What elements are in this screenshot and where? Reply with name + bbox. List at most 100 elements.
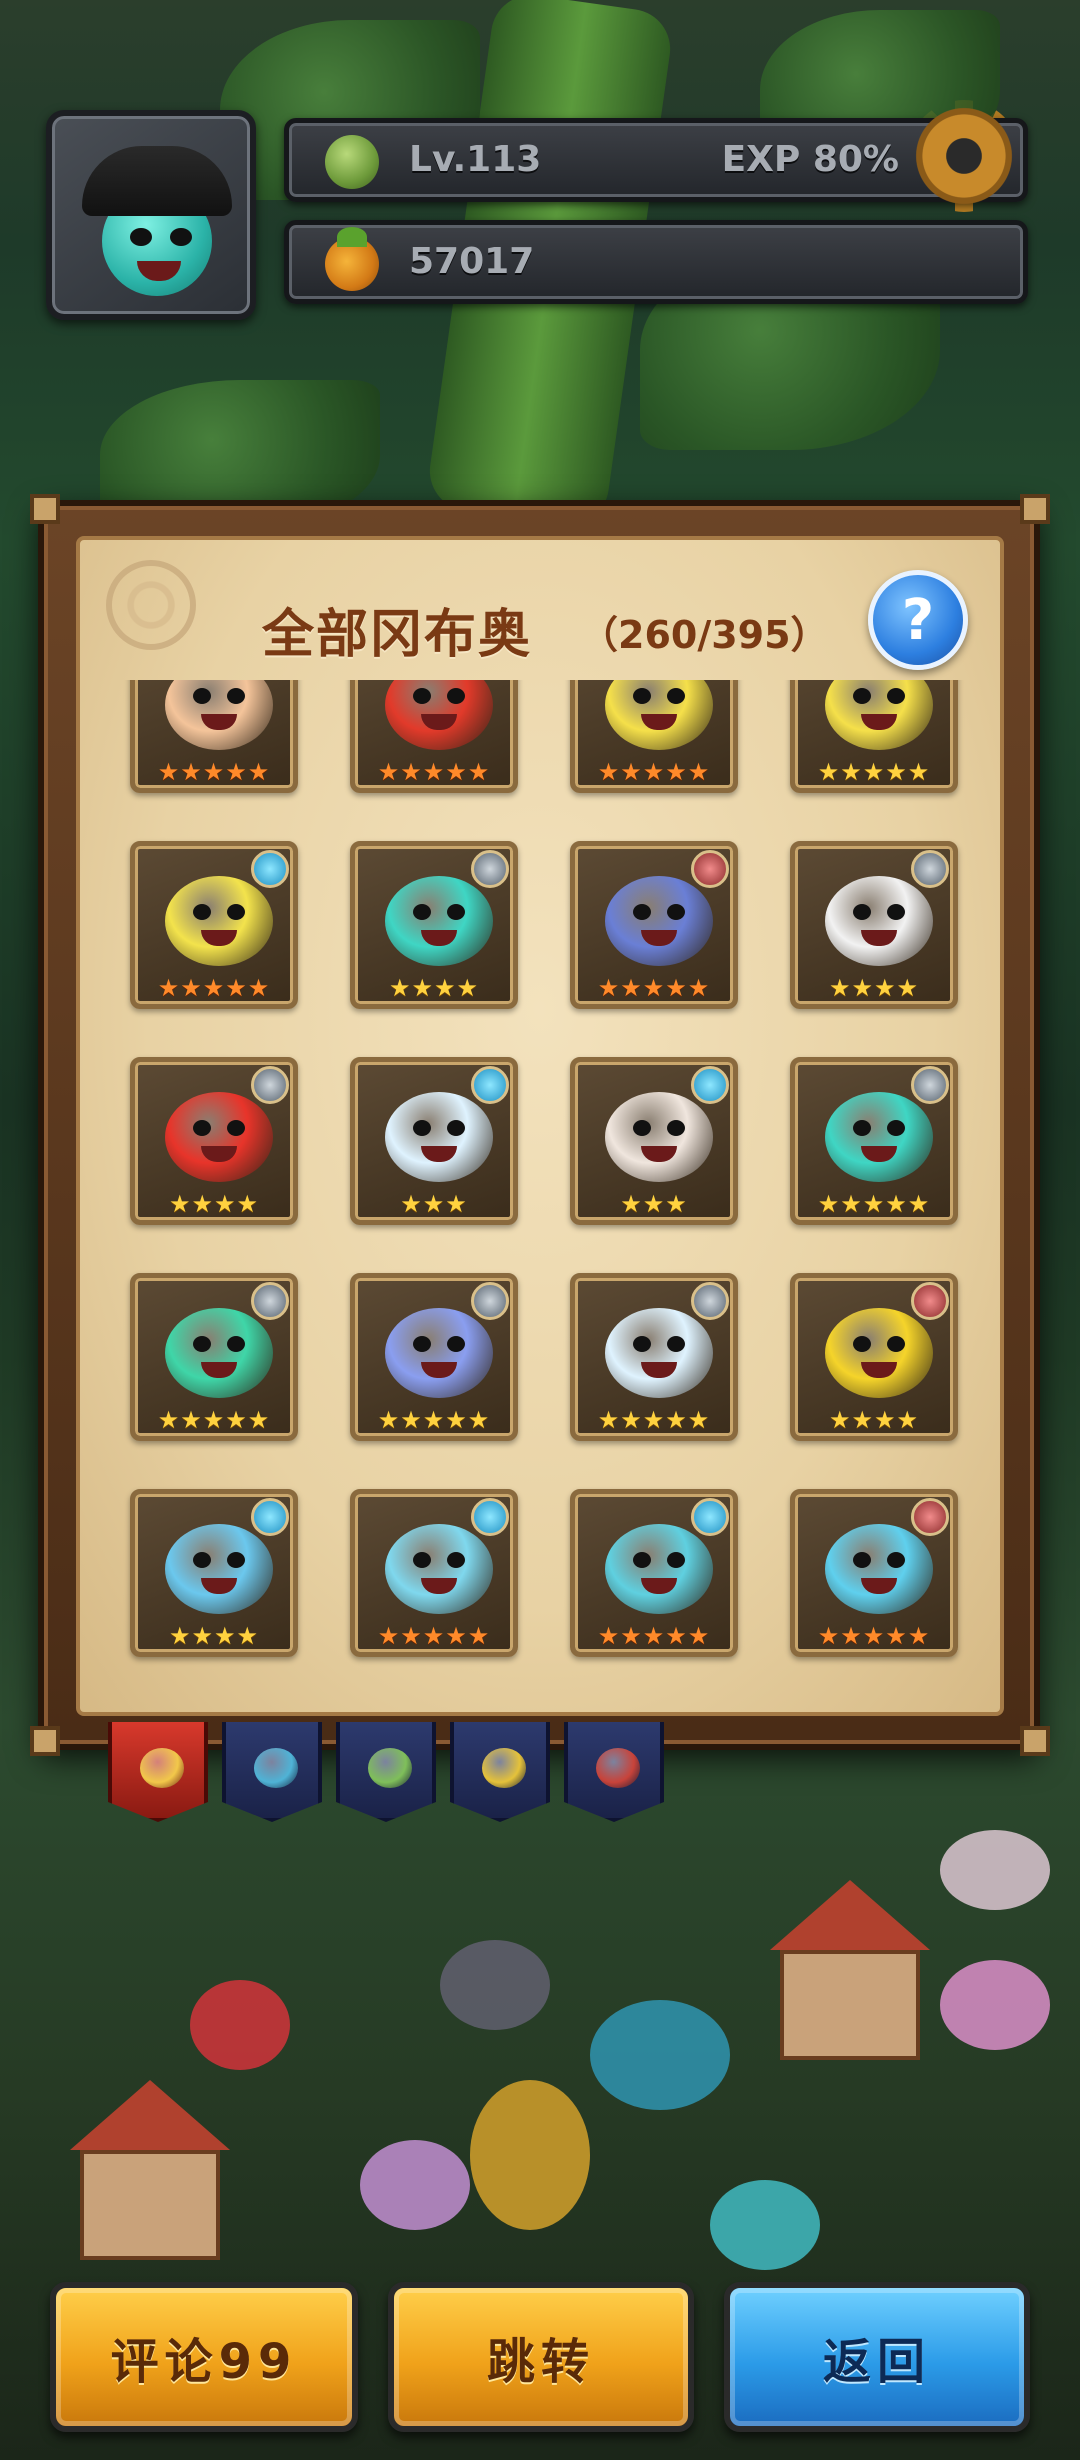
comments-button[interactable]: 评论99 — [50, 2282, 358, 2432]
star-rating: ★★★★★ — [377, 1622, 491, 1650]
panel-title: 全部冈布奥 — [262, 605, 533, 665]
creature-eye — [227, 1336, 245, 1352]
creature-eye — [887, 1336, 905, 1352]
creature-card[interactable]: ★★★★★ — [350, 1489, 518, 1657]
class-badge-icon — [911, 1066, 949, 1104]
creature-card[interactable]: ★★★★★ — [130, 680, 298, 793]
creature-card[interactable]: ★★★★ — [790, 1273, 958, 1441]
creature-eye — [193, 1120, 211, 1136]
class-badge-icon — [471, 1066, 509, 1104]
class-badge-icon — [251, 1282, 289, 1320]
creature-eye — [853, 904, 871, 920]
back-button[interactable]: 返回 — [724, 2282, 1030, 2432]
creature-eye — [633, 1552, 651, 1568]
tab-red[interactable] — [564, 1722, 664, 1822]
avatar-hat — [82, 146, 232, 216]
village-creature — [360, 2140, 470, 2230]
creature-card[interactable]: ★★★★★ — [130, 841, 298, 1009]
village-house — [80, 2150, 220, 2260]
star-rating: ★★★★★ — [377, 758, 491, 786]
village-creature — [590, 2000, 730, 2110]
creature-card[interactable]: ★★★ — [350, 1057, 518, 1225]
star-rating: ★★★ — [400, 1190, 468, 1218]
star-rating: ★★★★★ — [817, 1622, 931, 1650]
tab-yellow[interactable] — [450, 1722, 550, 1822]
creature-eye — [853, 688, 871, 704]
class-badge-icon — [471, 1282, 509, 1320]
category-creature-icon — [482, 1748, 526, 1788]
creature-card[interactable]: ★★★★ — [790, 841, 958, 1009]
creature-portrait — [385, 1308, 493, 1398]
creature-eye — [193, 1552, 211, 1568]
creature-eye — [227, 1552, 245, 1568]
class-badge-icon — [691, 1066, 729, 1104]
star-rating: ★★★★★ — [817, 1190, 931, 1218]
creature-portrait — [385, 876, 493, 966]
creature-card[interactable]: ★★★★★ — [570, 841, 738, 1009]
panel-corner — [1020, 1726, 1050, 1756]
player-avatar[interactable] — [46, 110, 256, 320]
creature-portrait — [825, 1524, 933, 1614]
tab-green[interactable] — [336, 1722, 436, 1822]
category-creature-icon — [254, 1748, 298, 1788]
tab-all[interactable] — [108, 1722, 208, 1822]
creature-eye — [413, 904, 431, 920]
star-rating: ★★★★★ — [377, 1406, 491, 1434]
creature-portrait — [825, 876, 933, 966]
gear-icon[interactable] — [908, 100, 1020, 212]
creature-card[interactable]: ★★★★★ — [570, 1489, 738, 1657]
village-creature — [440, 1940, 550, 2030]
creature-card[interactable]: ★★★★★ — [130, 1273, 298, 1441]
panel-corner — [1020, 494, 1050, 524]
creature-eye — [853, 1552, 871, 1568]
tab-blue[interactable] — [222, 1722, 322, 1822]
creature-card[interactable]: ★★★★★ — [790, 1489, 958, 1657]
creature-eye — [413, 1336, 431, 1352]
star-rating: ★★★★ — [828, 974, 920, 1002]
creature-card[interactable]: ★★★★ — [130, 1489, 298, 1657]
class-badge-icon — [911, 1282, 949, 1320]
creature-card[interactable]: ★★★★★ — [790, 1057, 958, 1225]
level-label: Lv.113 — [409, 139, 542, 180]
class-badge-icon — [251, 1498, 289, 1536]
creature-portrait — [605, 1308, 713, 1398]
help-button[interactable]: ? — [868, 570, 968, 670]
class-badge-icon — [911, 1498, 949, 1536]
creature-eye — [887, 1552, 905, 1568]
star-rating: ★★★★★ — [157, 974, 271, 1002]
currency-bar: 57017 — [284, 220, 1028, 304]
creature-eye — [447, 1336, 465, 1352]
star-rating: ★★★★ — [168, 1622, 260, 1650]
jump-button[interactable]: 跳转 — [388, 2282, 694, 2432]
creature-eye — [853, 1336, 871, 1352]
creature-portrait — [165, 1308, 273, 1398]
creature-eye — [887, 1120, 905, 1136]
creature-eye — [227, 904, 245, 920]
panel-corner — [30, 494, 60, 524]
village-creature — [940, 1830, 1050, 1910]
creature-card[interactable]: ★★★★★ — [570, 680, 738, 793]
star-rating: ★★★★★ — [597, 1406, 711, 1434]
creature-card[interactable]: ★★★★★ — [350, 680, 518, 793]
creature-eye — [193, 1336, 211, 1352]
creature-eye — [227, 1120, 245, 1136]
creature-card[interactable]: ★★★★ — [130, 1057, 298, 1225]
creature-card[interactable]: ★★★★★ — [350, 1273, 518, 1441]
star-rating: ★★★ — [620, 1190, 688, 1218]
creature-card[interactable]: ★★★★ — [350, 841, 518, 1009]
creature-card[interactable]: ★★★ — [570, 1057, 738, 1225]
star-rating: ★★★★★ — [157, 1406, 271, 1434]
village-creature — [710, 2180, 820, 2270]
creature-card[interactable]: ★★★★★ — [570, 1273, 738, 1441]
creature-grid[interactable]: ★★★★★ ★★★★★ ★★★★★ ★★★★★ ★★★★★ ★★★★ ★★★★★ ★★★★ ★★… — [76, 680, 1004, 1680]
creature-portrait — [825, 1308, 933, 1398]
category-creature-icon — [596, 1748, 640, 1788]
star-rating: ★★★★★ — [817, 758, 931, 786]
star-rating: ★★★★ — [828, 1406, 920, 1434]
creature-eye — [667, 688, 685, 704]
creature-eye — [633, 1120, 651, 1136]
exp-label: EXP 80% — [721, 139, 899, 180]
creature-card[interactable]: ★★★★★ — [790, 680, 958, 793]
panel-corner — [30, 1726, 60, 1756]
creature-portrait — [385, 1092, 493, 1182]
